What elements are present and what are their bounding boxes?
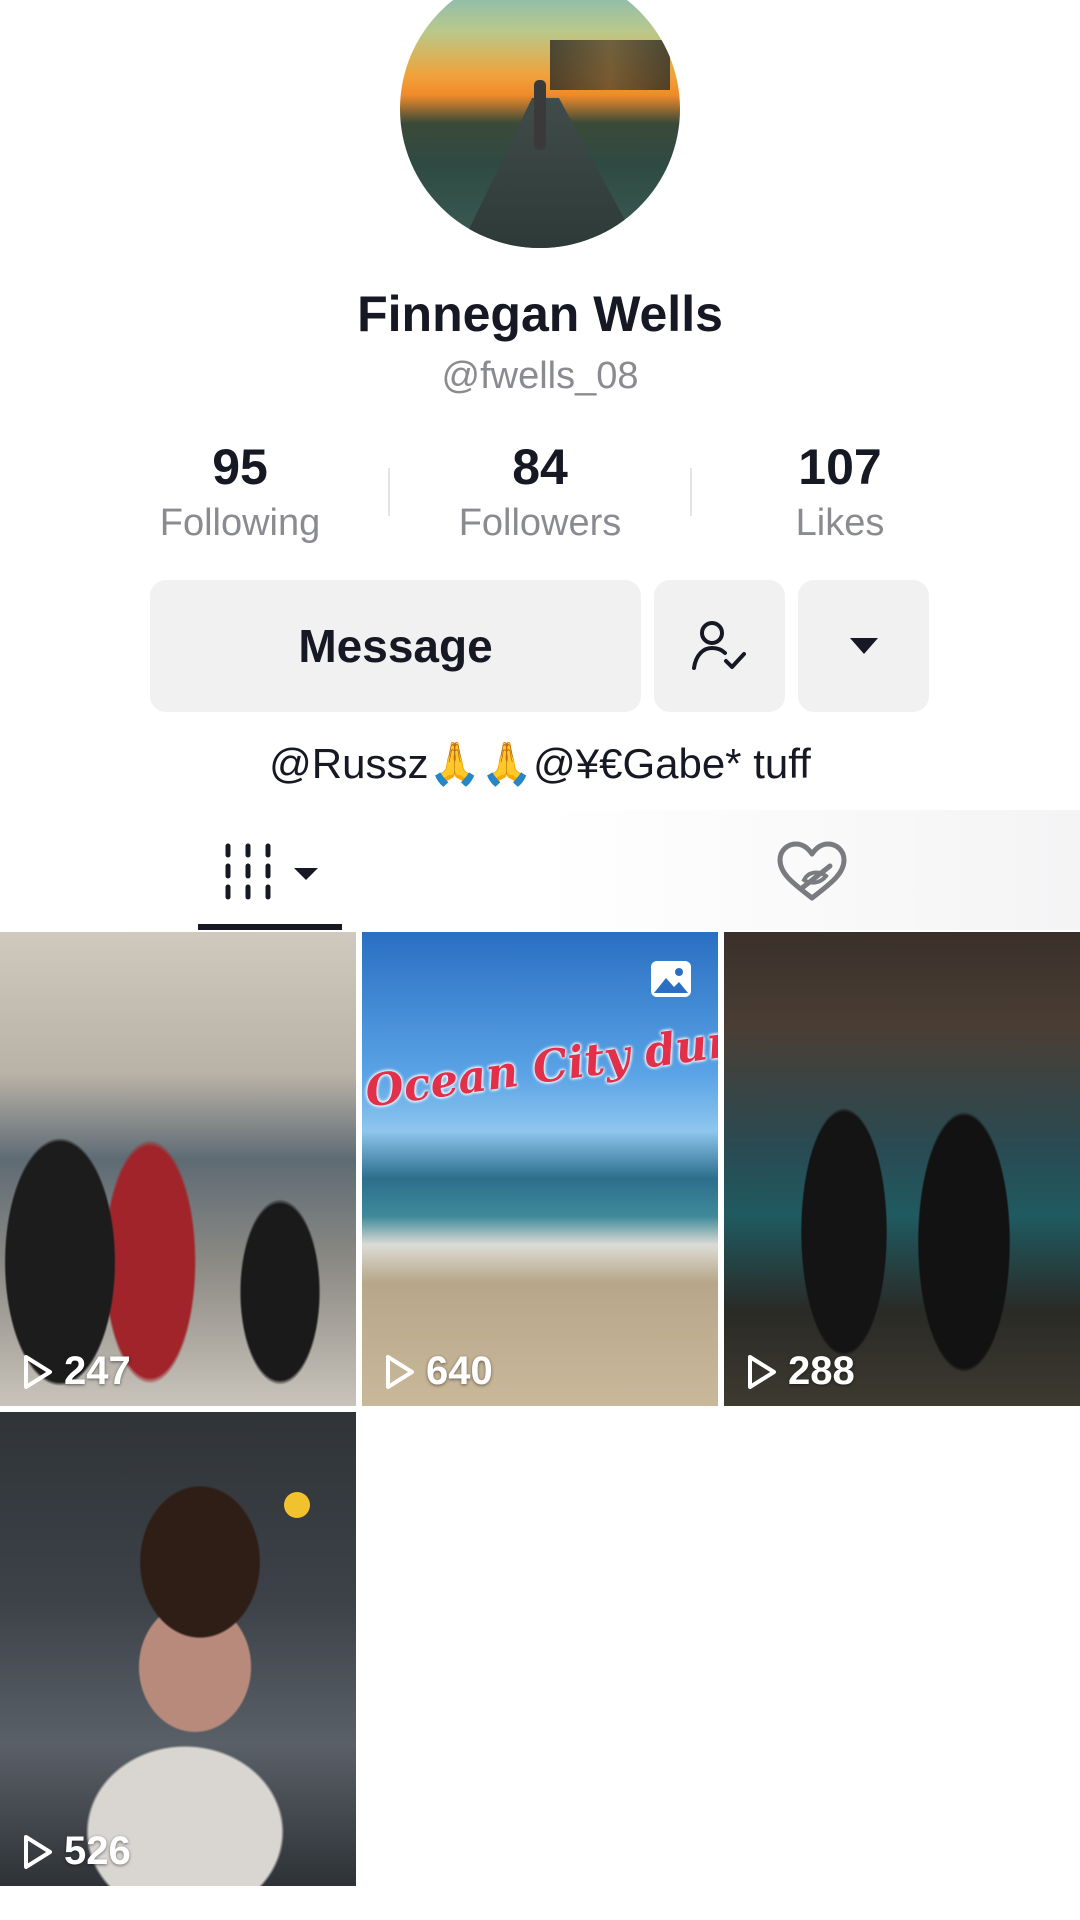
play-icon — [24, 1834, 52, 1869]
video-tile[interactable]: 247 — [0, 932, 356, 1406]
stat-following[interactable]: 95 Following — [120, 438, 360, 548]
stat-divider — [690, 468, 692, 516]
play-icon — [748, 1354, 776, 1389]
profile-avatar[interactable] — [400, 0, 680, 248]
view-count: 640 — [384, 1349, 493, 1394]
tab-videos[interactable] — [222, 842, 322, 902]
tile-overlay-text: Ocean City dump — [362, 1008, 718, 1118]
view-count: 526 — [22, 1829, 131, 1874]
stat-followers-label: Followers — [458, 502, 622, 544]
following-status-button[interactable] — [654, 580, 785, 712]
view-count-value: 247 — [64, 1349, 131, 1393]
user-check-icon — [691, 621, 746, 670]
view-count-value: 288 — [788, 1349, 855, 1393]
video-tile[interactable]: 288 — [724, 932, 1080, 1406]
view-count: 288 — [746, 1349, 855, 1394]
profile-bio: @Russz🙏🙏@¥€Gabe* tuff — [269, 740, 811, 787]
profile-tabs — [0, 810, 1080, 930]
view-count: 247 — [22, 1349, 131, 1394]
stat-following-label: Following — [159, 502, 321, 544]
view-count-value: 526 — [64, 1829, 131, 1873]
stat-followers[interactable]: 84 Followers — [420, 438, 660, 548]
stat-likes-value: 107 — [798, 439, 882, 495]
avatar-road — [460, 98, 640, 248]
hidden-heart-icon — [777, 841, 847, 901]
photo-mode-icon — [651, 961, 691, 997]
more-options-button[interactable] — [798, 580, 929, 712]
message-button[interactable]: Message — [150, 580, 641, 712]
tab-caret-down-icon — [294, 868, 318, 880]
avatar-figure — [534, 80, 546, 150]
view-count-value: 640 — [426, 1349, 493, 1393]
play-icon — [386, 1354, 414, 1389]
active-tab-indicator — [198, 924, 342, 930]
caret-down-icon — [849, 638, 878, 654]
display-name: Finnegan Wells — [357, 286, 723, 342]
grid-icon — [225, 843, 318, 900]
stat-followers-value: 84 — [512, 439, 568, 495]
photo-tile[interactable]: Ocean City dump 640 — [362, 932, 718, 1406]
stat-following-value: 95 — [212, 439, 268, 495]
avatar-houses — [550, 40, 670, 90]
stat-likes[interactable]: 107 Likes — [720, 438, 960, 548]
tab-liked[interactable] — [774, 840, 850, 904]
username: @fwells_08 — [441, 355, 639, 397]
play-icon — [24, 1354, 52, 1389]
stat-likes-label: Likes — [795, 502, 885, 544]
emoji-sticker — [284, 1492, 310, 1518]
stat-divider — [388, 468, 390, 516]
video-tile[interactable]: 526 — [0, 1412, 356, 1886]
